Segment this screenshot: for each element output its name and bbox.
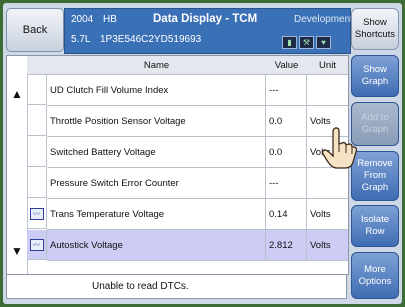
graph-cell: 〰 [27,230,47,260]
graph-cell [27,168,47,198]
row-value: 0.0 [266,106,307,136]
row-value: --- [266,168,307,198]
table-row[interactable]: Pressure Switch Error Counter --- [47,168,348,199]
row-name: Throttle Position Sensor Voltage [47,106,266,136]
header-bar: 2004 HB Data Display - TCM Development 5… [64,8,353,54]
engine-label: 5.7L [71,34,91,45]
row-unit [307,168,348,198]
vin-label: 1P3E546C2YD519693 [100,34,202,45]
more-options-button[interactable]: More Options [351,252,399,299]
back-button[interactable]: Back [6,8,64,52]
row-unit: Volts [310,208,331,220]
add-to-graph-button[interactable]: Add to Graph [351,102,399,146]
table-row[interactable]: Throttle Position Sensor Voltage 0.0 Vol… [47,106,348,137]
table-row[interactable]: Switched Battery Voltage 0.0 Volts [47,137,348,168]
table-row-selected[interactable]: Autostick Voltage 2.812 Volts [47,230,348,261]
row-name: Autostick Voltage [47,230,266,260]
row-value: 0.14 [266,199,307,229]
column-header-value[interactable]: Value [266,56,308,75]
data-table: ▲ ▼ Name Value Unit UD Clutch Fill Volum… [6,55,349,275]
page-title: Data Display - TCM [153,13,258,25]
isolate-row-button[interactable]: Isolate Row [351,205,399,247]
remove-from-graph-button[interactable]: Remove From Graph [351,151,399,201]
scroll-column: ▲ ▼ [7,56,28,274]
scroll-down-button[interactable]: ▼ [7,238,27,264]
graph-icon: 〰 [29,207,44,220]
graph-cell: 〰 [27,199,47,229]
column-header-name[interactable]: Name [47,56,267,75]
row-value: --- [266,75,307,105]
vehicle-model: HB [103,14,117,25]
show-graph-button[interactable]: Show Graph [351,55,399,97]
column-header-unit[interactable]: Unit [307,56,348,75]
row-name: Switched Battery Voltage [47,137,266,167]
row-unit [307,75,348,105]
graph-icon: 〰 [29,238,44,251]
graph-column-header [27,56,48,75]
table-row[interactable]: UD Clutch Fill Volume Index --- [47,75,348,106]
scroll-up-button[interactable]: ▲ [7,81,27,107]
heart-icon: ♥ [316,36,331,49]
row-unit: Volts [310,239,331,251]
row-name: Pressure Switch Error Counter [47,168,266,198]
row-value: 2.812 [266,230,307,260]
row-name: Trans Temperature Voltage [47,199,266,229]
header-icons: ▮ ⚒ ♥ [282,36,331,49]
row-name: UD Clutch Fill Volume Index [47,75,266,105]
show-shortcuts-button[interactable]: Show Shortcuts [351,8,399,50]
tools-icon: ⚒ [299,36,314,49]
graph-cell [27,106,47,136]
vehicle-year: 2004 [71,14,94,25]
row-value: 0.0 [266,137,307,167]
battery-icon: ▮ [282,36,297,49]
table-row[interactable]: Trans Temperature Voltage 0.14 Volts [47,199,348,230]
graph-cell [27,137,47,167]
mode-label: Development [294,14,353,25]
graph-cell [27,75,47,105]
hand-pointer-icon [321,127,358,169]
status-bar: Unable to read DTCs. [6,274,347,299]
